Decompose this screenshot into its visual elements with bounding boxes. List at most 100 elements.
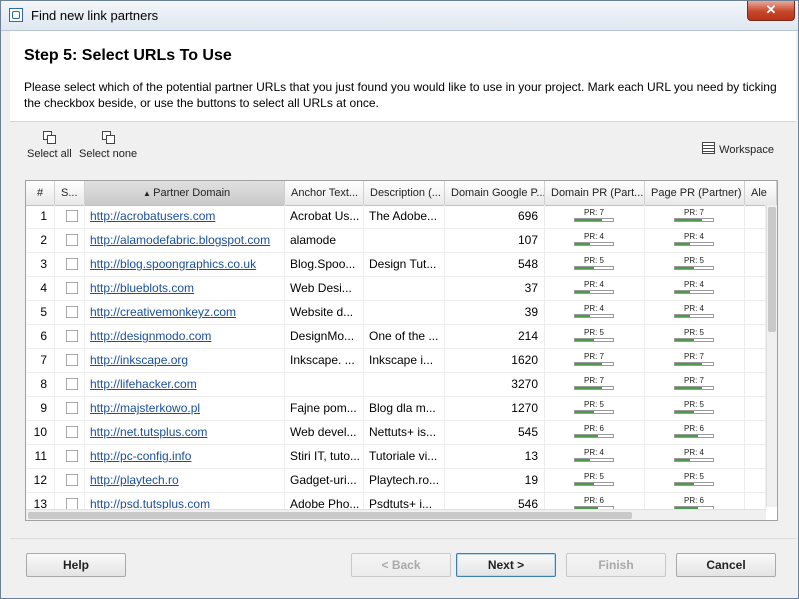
horizontal-scrollbar[interactable] [26,509,766,520]
help-button[interactable]: Help [26,553,126,577]
partner-domain-link[interactable]: http://designmodo.com [85,329,211,343]
domain-cell: http://acrobatusers.com [85,205,285,228]
description-cell: The Adobe... [364,205,445,228]
row-checkbox[interactable] [66,474,78,486]
close-button[interactable]: ✕ [747,1,795,21]
horizontal-scroll-thumb[interactable] [28,512,632,519]
vertical-scrollbar[interactable] [766,205,777,507]
next-button[interactable]: Next > [456,553,556,577]
description-cell: Inkscape i... [364,349,445,372]
page-pr-bar [674,458,714,462]
vertical-scroll-thumb[interactable] [768,207,776,332]
partner-domain-link[interactable]: http://net.tutsplus.com [85,425,207,439]
table-row[interactable]: 6 http://designmodo.com DesignMo... One of … [26,325,766,349]
row-checkbox[interactable] [66,234,78,246]
page-pr-indicator: PR: 6 [674,496,714,510]
col-header-number[interactable]: # [26,181,55,205]
table-row[interactable]: 12 http://playtech.ro Gadget-uri... Playtec… [26,469,766,493]
page-pr-bar [674,242,714,246]
page-pr-bar-fill [675,435,698,437]
partner-domain-link[interactable]: http://pc-config.info [85,449,191,463]
domain-pr-cell: PR: 7 [545,349,645,372]
description-cell: Blog dla m... [364,397,445,420]
select-all-button[interactable]: Select all [27,131,72,160]
partner-domain-link[interactable]: http://alamodefabric.blogspot.com [85,233,270,247]
row-checkbox[interactable] [66,210,78,222]
col-header-alexa[interactable]: Ale [745,181,777,205]
back-button[interactable]: < Back [351,553,451,577]
alexa-cell [745,325,766,348]
alexa-cell [745,445,766,468]
partner-domain-link[interactable]: http://blueblots.com [85,281,194,295]
table-row[interactable]: 2 http://alamodefabric.blogspot.com alamod… [26,229,766,253]
domain-pr-bar-fill [575,219,602,221]
partner-domain-link[interactable]: http://creativemonkeyz.com [85,305,236,319]
row-checkbox[interactable] [66,450,78,462]
domain-pr-bar-fill [575,315,591,317]
row-number: 1 [26,205,55,228]
alexa-cell [745,421,766,444]
table-row[interactable]: 10 http://net.tutsplus.com Web devel... Net… [26,421,766,445]
domain-pr-indicator: PR: 6 [574,496,614,510]
alexa-cell [745,277,766,300]
row-checkbox[interactable] [66,282,78,294]
finish-button[interactable]: Finish [566,553,666,577]
step-header: Step 5: Select URLs To Use Please select… [10,31,796,122]
col-header-domain-pr[interactable]: Domain PR (Part... [545,181,645,205]
select-none-label: Select none [79,148,138,160]
row-number: 12 [26,469,55,492]
domain-pr-cell: PR: 7 [545,205,645,228]
domain-google-pr-cell: 37 [445,277,545,300]
domain-pr-bar [574,266,614,270]
partner-domain-link[interactable]: http://blog.spoongraphics.co.uk [85,257,256,271]
page-pr-indicator: PR: 4 [674,232,714,246]
col-header-select[interactable]: S... [55,181,85,205]
partner-domain-link[interactable]: http://playtech.ro [85,473,179,487]
description-cell [364,277,445,300]
col-header-anchor-text[interactable]: Anchor Text... [285,181,364,205]
select-cell [55,253,85,276]
cancel-button[interactable]: Cancel [676,553,776,577]
row-checkbox[interactable] [66,354,78,366]
row-checkbox[interactable] [66,378,78,390]
row-checkbox[interactable] [66,426,78,438]
page-pr-cell: PR: 6 [645,421,745,444]
row-checkbox[interactable] [66,306,78,318]
table-row[interactable]: 5 http://creativemonkeyz.com Website d... 3… [26,301,766,325]
domain-pr-cell: PR: 5 [545,253,645,276]
page-pr-bar-fill [675,243,691,245]
table-row[interactable]: 7 http://inkscape.org Inkscape. ... Inkscap… [26,349,766,373]
domain-pr-cell: PR: 6 [545,421,645,444]
workspace-button[interactable]: Workspace [702,142,774,156]
row-checkbox[interactable] [66,330,78,342]
domain-pr-label: PR: 4 [583,448,604,457]
domain-pr-bar [574,338,614,342]
table-row[interactable]: 1 http://acrobatusers.com Acrobat Us... The… [26,205,766,229]
domain-pr-bar [574,314,614,318]
col-header-domain-google-pr[interactable]: Domain Google P... [445,181,545,205]
table-row[interactable]: 9 http://majsterkowo.pl Fajne pom... Blog d… [26,397,766,421]
partner-domain-link[interactable]: http://inkscape.org [85,353,188,367]
col-header-page-pr[interactable]: Page PR (Partner) [645,181,745,205]
domain-pr-indicator: PR: 5 [574,256,614,270]
table-row[interactable]: 8 http://lifehacker.com 3270 PR: 7 PR: 7 [26,373,766,397]
partner-domain-link[interactable]: http://acrobatusers.com [85,209,215,223]
select-cell [55,205,85,228]
page-pr-cell: PR: 4 [645,301,745,324]
row-checkbox[interactable] [66,258,78,270]
anchor-text-cell: Acrobat Us... [285,205,364,228]
table-row[interactable]: 11 http://pc-config.info Stiri IT, tuto...… [26,445,766,469]
partner-domain-link[interactable]: http://lifehacker.com [85,377,197,391]
select-none-icon [102,131,116,144]
domain-cell: http://net.tutsplus.com [85,421,285,444]
partner-domain-link[interactable]: http://majsterkowo.pl [85,401,200,415]
row-number: 10 [26,421,55,444]
table-row[interactable]: 4 http://blueblots.com Web Desi... 37 PR: 4 P… [26,277,766,301]
table-row[interactable]: 3 http://blog.spoongraphics.co.uk Blog.Spo… [26,253,766,277]
select-none-button[interactable]: Select none [79,131,137,160]
page-pr-label: PR: 6 [683,424,704,433]
col-header-partner-domain[interactable]: ▲ Partner Domain [85,181,285,205]
row-checkbox[interactable] [66,402,78,414]
page-pr-indicator: PR: 4 [674,280,714,294]
col-header-description[interactable]: Description (... [364,181,445,205]
